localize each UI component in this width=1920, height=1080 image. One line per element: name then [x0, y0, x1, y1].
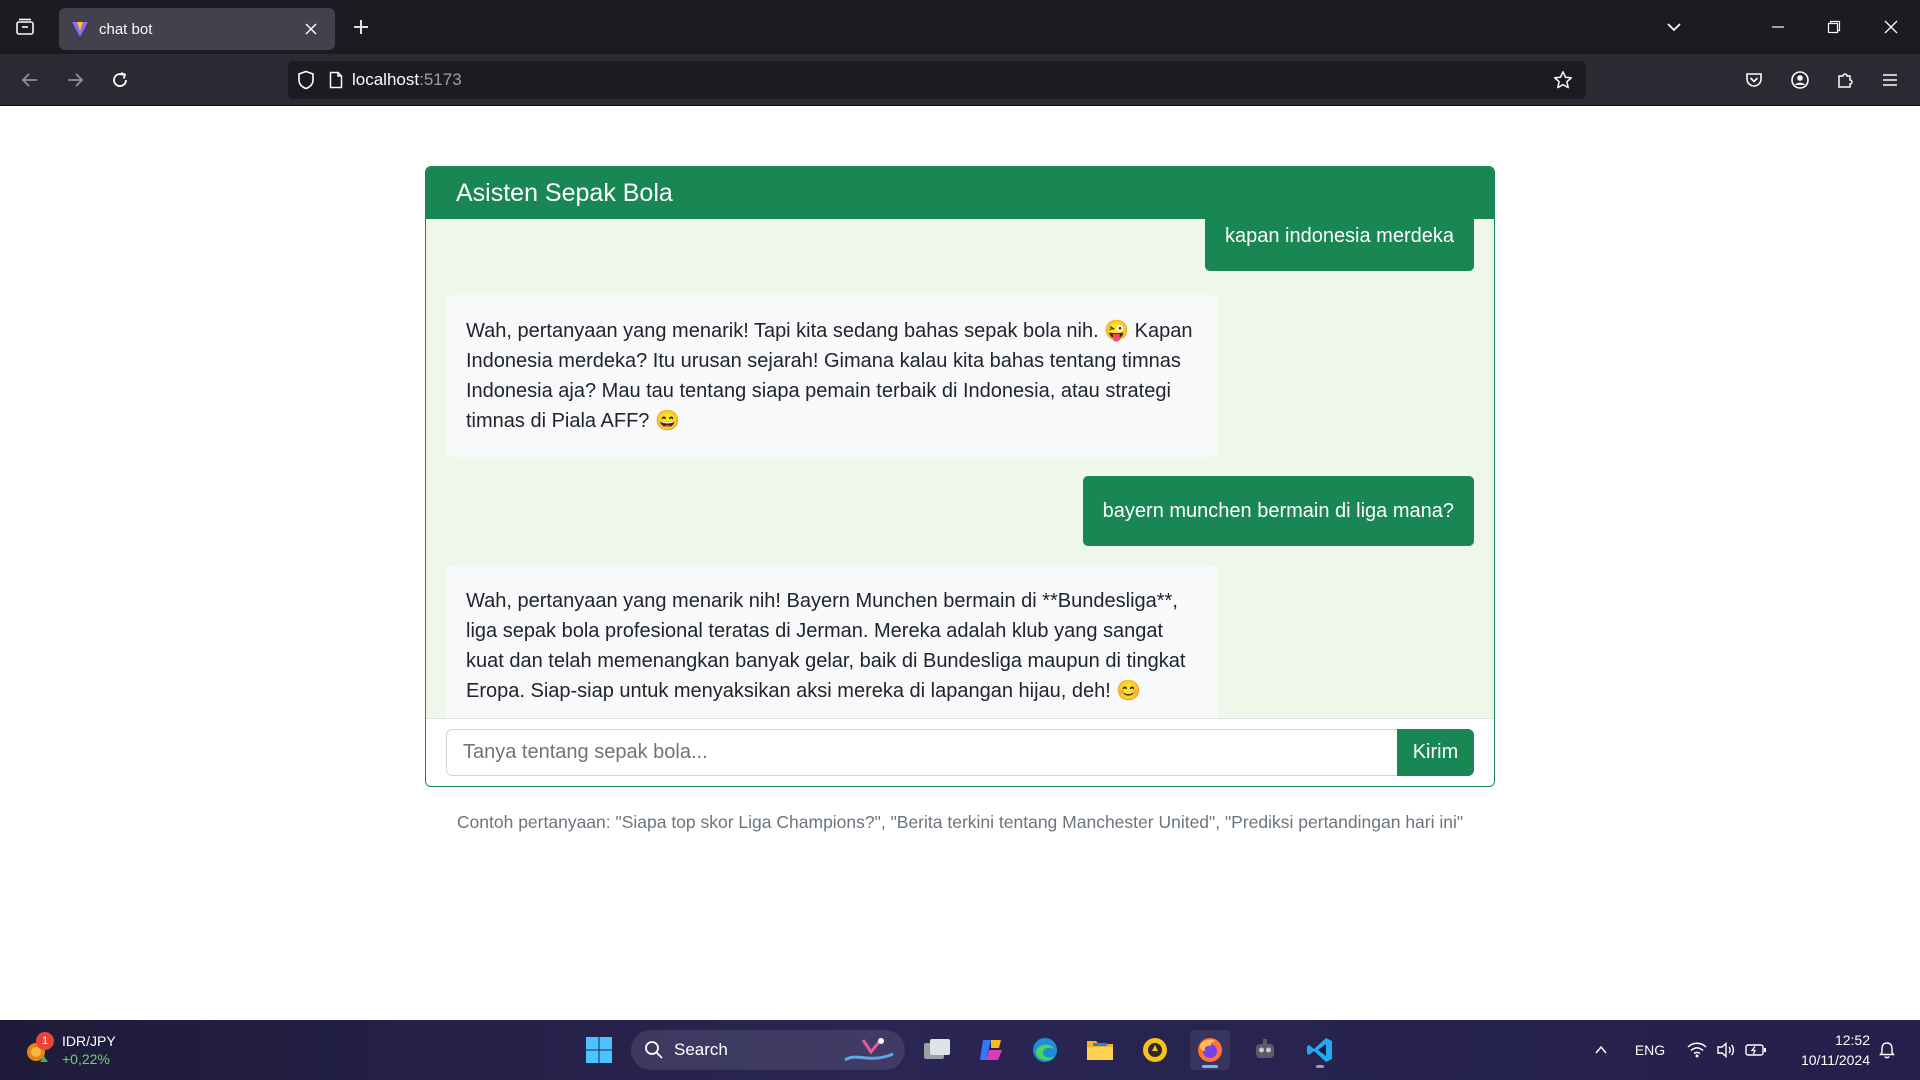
- volume-icon[interactable]: [1711, 1030, 1741, 1070]
- clock-date: 10/11/2024: [1800, 1052, 1870, 1068]
- show-hidden-icons-button[interactable]: [1585, 1030, 1617, 1070]
- arrow-left-icon: [21, 73, 37, 87]
- wifi-icon[interactable]: [1682, 1030, 1712, 1070]
- reload-button[interactable]: [103, 63, 137, 97]
- file-explorer-button[interactable]: [1080, 1030, 1120, 1070]
- start-button[interactable]: [579, 1030, 619, 1070]
- copilot-button[interactable]: [971, 1030, 1011, 1070]
- chat-message-list[interactable]: kapan indonesia merdeka Wah, pertanyaan …: [426, 219, 1494, 719]
- folder-icon: [1087, 1041, 1113, 1060]
- new-tab-button[interactable]: [346, 12, 376, 42]
- widget-title: IDR/JPY: [62, 1033, 116, 1049]
- firefox-icon: [1198, 1038, 1222, 1062]
- chat-header: Asisten Sepak Bola: [426, 167, 1494, 219]
- bot-message: Wah, pertanyaan yang menarik! Tapi kita …: [446, 295, 1218, 457]
- task-view-button[interactable]: [917, 1030, 957, 1070]
- list-all-tabs-button[interactable]: [1657, 10, 1691, 44]
- close-window-button[interactable]: [1874, 10, 1908, 44]
- search-label: Search: [674, 1040, 728, 1059]
- hamburger-menu-icon: [1883, 74, 1897, 86]
- edge-icon: [1033, 1038, 1057, 1062]
- clock[interactable]: 12:52 10/11/2024: [1782, 1030, 1870, 1070]
- browser-tab-active[interactable]: chat bot: [59, 8, 335, 50]
- active-app-indicator: [1202, 1065, 1218, 1068]
- forward-button[interactable]: [58, 63, 92, 97]
- chevron-up-icon: [1595, 1045, 1607, 1054]
- tab-close-icon[interactable]: [299, 17, 323, 41]
- bookmark-star-icon[interactable]: [1548, 65, 1578, 95]
- task-view-icon: [924, 1039, 950, 1059]
- game-app-button[interactable]: [1245, 1030, 1285, 1070]
- restore-button[interactable]: [1817, 10, 1851, 44]
- minimize-button[interactable]: [1761, 10, 1795, 44]
- shield-icon[interactable]: [288, 61, 324, 99]
- account-icon: [1791, 71, 1809, 89]
- currency-widget[interactable]: 1 IDR/JPY +0,22%: [22, 1028, 116, 1072]
- firefox-button[interactable]: [1190, 1030, 1230, 1070]
- bot-message: Wah, pertanyaan yang menarik nih! Bayern…: [446, 565, 1218, 719]
- restore-icon: [1827, 20, 1841, 34]
- puzzle-icon: [1838, 73, 1853, 88]
- battery-icon[interactable]: [1741, 1030, 1771, 1070]
- search-icon: [645, 1041, 663, 1059]
- close-icon: [1884, 20, 1898, 34]
- chat-title: Asisten Sepak Bola: [456, 178, 673, 207]
- url-host: localhost: [352, 70, 420, 89]
- search-highlight-icon: [844, 1038, 894, 1062]
- windows-logo-icon: [586, 1037, 612, 1063]
- account-button[interactable]: [1783, 63, 1817, 97]
- browser-navbar: localhost:5173: [0, 54, 1920, 106]
- currency-widget-icon: 1: [22, 1032, 54, 1066]
- tab-list-button[interactable]: [8, 10, 42, 44]
- edge-button[interactable]: [1025, 1030, 1065, 1070]
- robot-app-icon: [1256, 1039, 1274, 1058]
- tab-list-icon: [16, 18, 34, 35]
- pocket-button[interactable]: [1737, 63, 1771, 97]
- arrow-right-icon: [68, 73, 84, 87]
- extensions-button[interactable]: [1828, 63, 1862, 97]
- user-message: kapan indonesia merdeka: [1204, 219, 1474, 271]
- url-port: :5173: [419, 70, 462, 89]
- copilot-icon: [980, 1040, 1002, 1060]
- clock-time: 12:52: [1834, 1032, 1870, 1048]
- reload-icon: [113, 72, 127, 87]
- plus-icon: [354, 20, 368, 34]
- widget-change: +0,22%: [62, 1051, 110, 1067]
- notification-bell-icon[interactable]: [1872, 1030, 1902, 1070]
- page-icon[interactable]: [324, 61, 348, 99]
- vscode-button[interactable]: [1300, 1030, 1340, 1070]
- url-bar[interactable]: localhost:5173: [288, 61, 1586, 99]
- yellow-shield-app-icon: [1143, 1038, 1167, 1062]
- language-indicator[interactable]: ENG: [1630, 1030, 1670, 1070]
- browser-titlebar: chat bot: [0, 0, 1920, 54]
- chat-card: Asisten Sepak Bola kapan indonesia merde…: [425, 166, 1495, 787]
- pocket-icon: [1746, 73, 1762, 87]
- user-message: bayern munchen bermain di liga mana?: [1082, 476, 1474, 546]
- menu-button[interactable]: [1873, 63, 1907, 97]
- app-shortcut-button[interactable]: [1135, 1030, 1175, 1070]
- vite-favicon-icon: [71, 20, 89, 38]
- taskbar: 1 IDR/JPY +0,22% Search ENG 12:52 10/11/…: [0, 1020, 1920, 1080]
- vscode-icon: [1307, 1038, 1332, 1062]
- example-questions: Contoh pertanyaan: "Siapa top skor Liga …: [456, 812, 1464, 832]
- tab-title: chat bot: [99, 20, 153, 38]
- chat-input-bar: Kirim: [426, 718, 1494, 786]
- running-app-indicator: [1316, 1065, 1324, 1068]
- url-text[interactable]: localhost:5173: [352, 70, 462, 90]
- chevron-down-icon: [1667, 23, 1681, 32]
- minimize-icon: [1772, 26, 1784, 28]
- widget-badge: 1: [36, 1032, 54, 1050]
- send-button[interactable]: Kirim: [1397, 729, 1474, 776]
- back-button[interactable]: [13, 63, 47, 97]
- chat-input[interactable]: [446, 729, 1398, 776]
- taskbar-search[interactable]: Search: [631, 1030, 905, 1070]
